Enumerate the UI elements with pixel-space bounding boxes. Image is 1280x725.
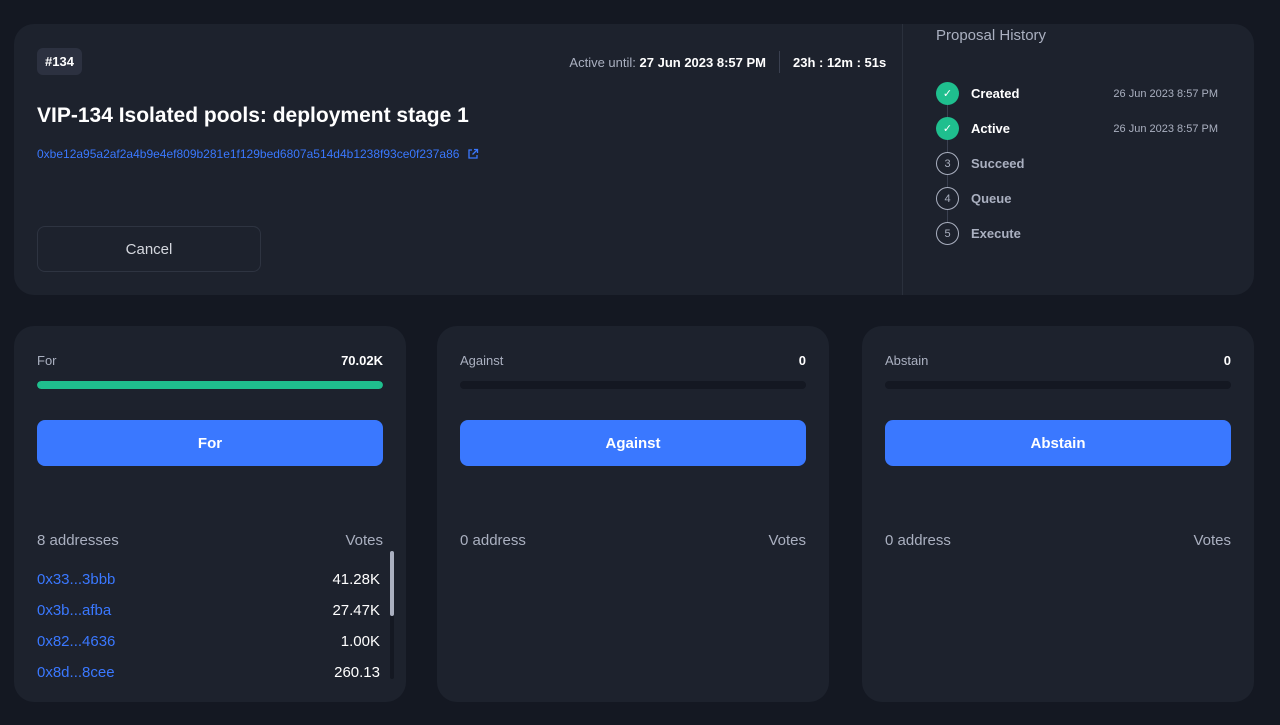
voter-count-for: 8 addresses — [37, 532, 119, 549]
voter-count-against: 0 address — [460, 532, 526, 549]
history-step-date: 26 Jun 2023 8:57 PM — [1113, 87, 1218, 100]
voter-row: 0x8d...8cee 260.13 — [37, 657, 380, 688]
history-step-label: Created — [971, 86, 1020, 101]
step-number: 4 — [936, 187, 959, 210]
active-until-label: Active until: — [569, 55, 636, 70]
history-step-label: Succeed — [971, 156, 1025, 171]
vote-progress-fill-for — [37, 381, 383, 389]
vote-card-for: For 70.02K For 8 addresses Votes 0x33...… — [14, 326, 406, 702]
vote-total-against: 0 — [798, 353, 806, 368]
voter-votes: 1.00K — [340, 633, 380, 650]
scrollbar-thumb[interactable] — [390, 551, 394, 616]
history-step-label: Execute — [971, 226, 1021, 241]
vote-card-abstain: Abstain 0 Abstain 0 address Votes — [862, 326, 1254, 702]
vote-total-abstain: 0 — [1223, 353, 1231, 368]
step-number: 3 — [936, 152, 959, 175]
history-step-label: Active — [971, 121, 1011, 136]
history-step-created: ✓ Created 26 Jun 2023 8:57 PM — [936, 82, 1218, 105]
proposal-summary: #134 Active until: 27 Jun 2023 8:57 PM 2… — [14, 24, 902, 295]
divider — [902, 24, 903, 295]
history-step-active: ✓ Active 26 Jun 2023 8:57 PM — [936, 117, 1218, 140]
voter-votes: 41.28K — [332, 571, 380, 588]
voter-count-abstain: 0 address — [885, 532, 951, 549]
proposal-address-link[interactable]: 0xbe12a95a2af2a4b9e4ef809b281e1f129bed68… — [37, 147, 479, 161]
voter-address-link[interactable]: 0x3b...afba — [37, 602, 111, 619]
voter-row: 0x33...3bbb 41.28K — [37, 564, 380, 595]
voter-row: 0x3b...afba 27.47K — [37, 595, 380, 626]
external-link-icon[interactable] — [467, 148, 479, 160]
step-number: 5 — [936, 222, 959, 245]
votes-header-against: Votes — [768, 532, 806, 549]
vote-progress-for — [37, 381, 383, 389]
voter-address-link[interactable]: 0x33...3bbb — [37, 571, 115, 588]
vote-progress-abstain — [885, 381, 1231, 389]
countdown-divider — [779, 51, 780, 73]
proposal-title: VIP-134 Isolated pools: deployment stage… — [37, 104, 469, 127]
voter-list-scrollbar[interactable] — [390, 551, 394, 679]
history-step-queue: 4 Queue — [936, 187, 1218, 210]
vote-against-button[interactable]: Against — [460, 420, 806, 466]
voter-votes: 260.13 — [334, 664, 380, 681]
vote-total-for: 70.02K — [341, 353, 383, 368]
vote-for-button[interactable]: For — [37, 420, 383, 466]
vote-progress-against — [460, 381, 806, 389]
voter-address-link[interactable]: 0x82...4636 — [37, 633, 115, 650]
votes-header-for: Votes — [345, 532, 383, 549]
votes-header-abstain: Votes — [1193, 532, 1231, 549]
countdown-timer: 23h : 12m : 51s — [793, 55, 887, 70]
history-step-execute: 5 Execute — [936, 222, 1218, 245]
voter-address-link[interactable]: 0x8d...8cee — [37, 664, 115, 681]
voter-list-for: 0x33...3bbb 41.28K 0x3b...afba 27.47K 0x… — [37, 564, 380, 688]
voter-votes: 27.47K — [332, 602, 380, 619]
cancel-button[interactable]: Cancel — [37, 226, 261, 272]
proposal-id-badge: #134 — [37, 48, 82, 75]
check-icon: ✓ — [936, 117, 959, 140]
proposal-address[interactable]: 0xbe12a95a2af2a4b9e4ef809b281e1f129bed68… — [37, 147, 459, 161]
vote-label-for: For — [37, 353, 57, 368]
vote-label-abstain: Abstain — [885, 353, 929, 368]
history-step-label: Queue — [971, 191, 1012, 206]
vote-abstain-button[interactable]: Abstain — [885, 420, 1231, 466]
history-step-succeed: 3 Succeed — [936, 152, 1218, 175]
active-until: Active until: 27 Jun 2023 8:57 PM — [569, 55, 766, 70]
vote-card-against: Against 0 Against 0 address Votes — [437, 326, 829, 702]
history-step-date: 26 Jun 2023 8:57 PM — [1113, 122, 1218, 135]
proposal-history-title: Proposal History — [936, 27, 1047, 44]
check-icon: ✓ — [936, 82, 959, 105]
vote-label-against: Against — [460, 353, 504, 368]
active-until-date: 27 Jun 2023 8:57 PM — [639, 55, 766, 70]
voter-row: 0x82...4636 1.00K — [37, 626, 380, 657]
